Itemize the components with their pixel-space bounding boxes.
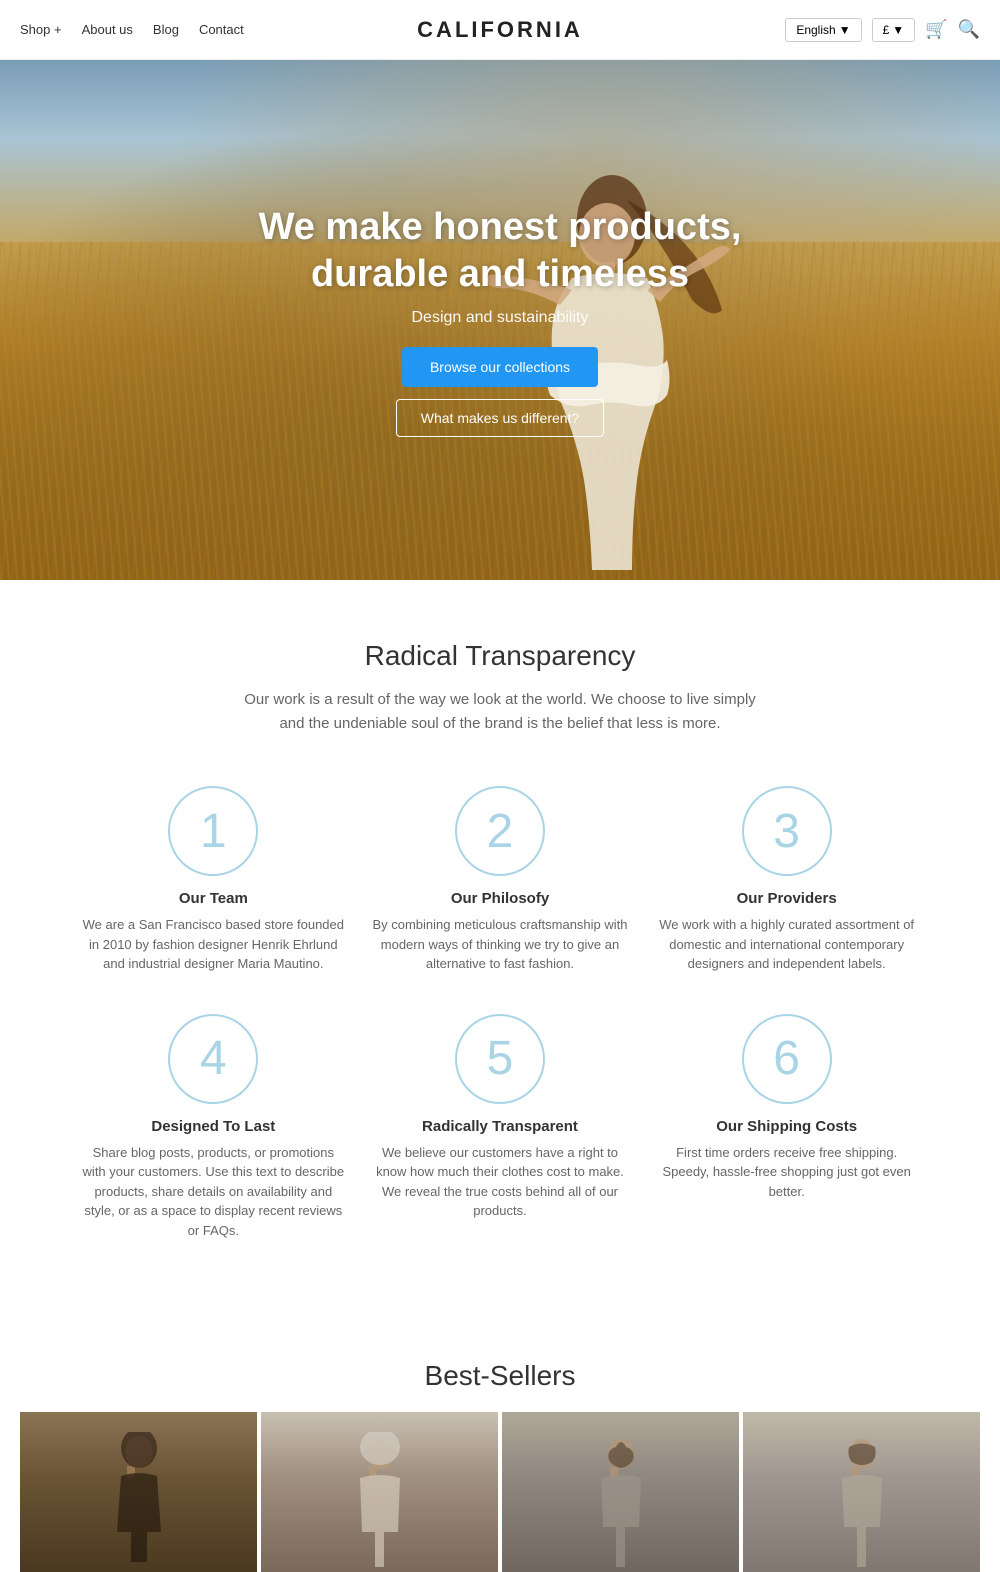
feature-desc-5: We believe our customers have a right to… [367,1143,634,1221]
feature-desc-3: We work with a highly curated assortment… [653,915,920,974]
feature-name-1: Our Team [80,890,347,907]
browse-collections-button[interactable]: Browse our collections [402,347,598,387]
features-grid: 1 Our Team We are a San Francisco based … [80,776,920,1280]
feature-number-1: 1 [168,786,258,876]
feature-number-4: 4 [168,1014,258,1104]
product-card-4[interactable] [743,1412,980,1572]
site-logo[interactable]: CALIFORNIA [417,17,583,43]
site-header: Shop + About us Blog Contact CALIFORNIA … [0,0,1000,60]
bestsellers-grid [20,1412,980,1572]
feature-number-5: 5 [455,1014,545,1104]
feature-item-5: 5 Radically Transparent We believe our c… [367,1014,634,1241]
feature-number-3: 3 [742,786,832,876]
feature-item-1: 1 Our Team We are a San Francisco based … [80,786,347,974]
currency-selector[interactable]: £ ▼ [872,18,916,42]
product-card-3[interactable] [502,1412,739,1572]
feature-name-3: Our Providers [653,890,920,907]
bestsellers-title: Best-Sellers [20,1360,980,1392]
product-card-2[interactable] [261,1412,498,1572]
transparency-title: Radical Transparency [80,640,920,672]
feature-desc-2: By combining meticulous craftsmanship wi… [367,915,634,974]
feature-item-4: 4 Designed To Last Share blog posts, pro… [80,1014,347,1241]
feature-item-6: 6 Our Shipping Costs First time orders r… [653,1014,920,1241]
main-nav: Shop + About us Blog Contact [20,22,244,37]
hero-subtitle: Design and sustainability [259,309,742,327]
cart-icon[interactable]: 🛒 [925,19,947,40]
feature-name-2: Our Philosofy [367,890,634,907]
feature-number-6: 6 [742,1014,832,1104]
search-icon[interactable]: 🔍 [958,19,980,40]
feature-desc-4: Share blog posts, products, or promotion… [80,1143,347,1241]
nav-blog[interactable]: Blog [153,22,179,37]
feature-desc-1: We are a San Francisco based store found… [80,915,347,974]
product-card-1[interactable] [20,1412,257,1572]
bestsellers-section: Best-Sellers [0,1320,1000,1572]
what-makes-us-button[interactable]: What makes us different? [396,399,604,437]
language-selector[interactable]: English ▼ [785,18,861,42]
hero-content: We make honest products,durable and time… [239,184,762,457]
feature-desc-6: First time orders receive free shipping.… [653,1143,920,1202]
hero-section: We make honest products,durable and time… [0,60,1000,580]
feature-name-6: Our Shipping Costs [653,1118,920,1135]
nav-shop[interactable]: Shop + [20,22,62,37]
hero-title: We make honest products,durable and time… [259,204,742,299]
feature-name-5: Radically Transparent [367,1118,634,1135]
transparency-desc: Our work is a result of the way we look … [240,688,760,736]
header-controls: English ▼ £ ▼ 🛒 🔍 [785,18,980,42]
feature-name-4: Designed To Last [80,1118,347,1135]
nav-about[interactable]: About us [82,22,133,37]
feature-number-2: 2 [455,786,545,876]
feature-item-3: 3 Our Providers We work with a highly cu… [653,786,920,974]
nav-contact[interactable]: Contact [199,22,244,37]
transparency-section: Radical Transparency Our work is a resul… [0,580,1000,1320]
feature-item-2: 2 Our Philosofy By combining meticulous … [367,786,634,974]
